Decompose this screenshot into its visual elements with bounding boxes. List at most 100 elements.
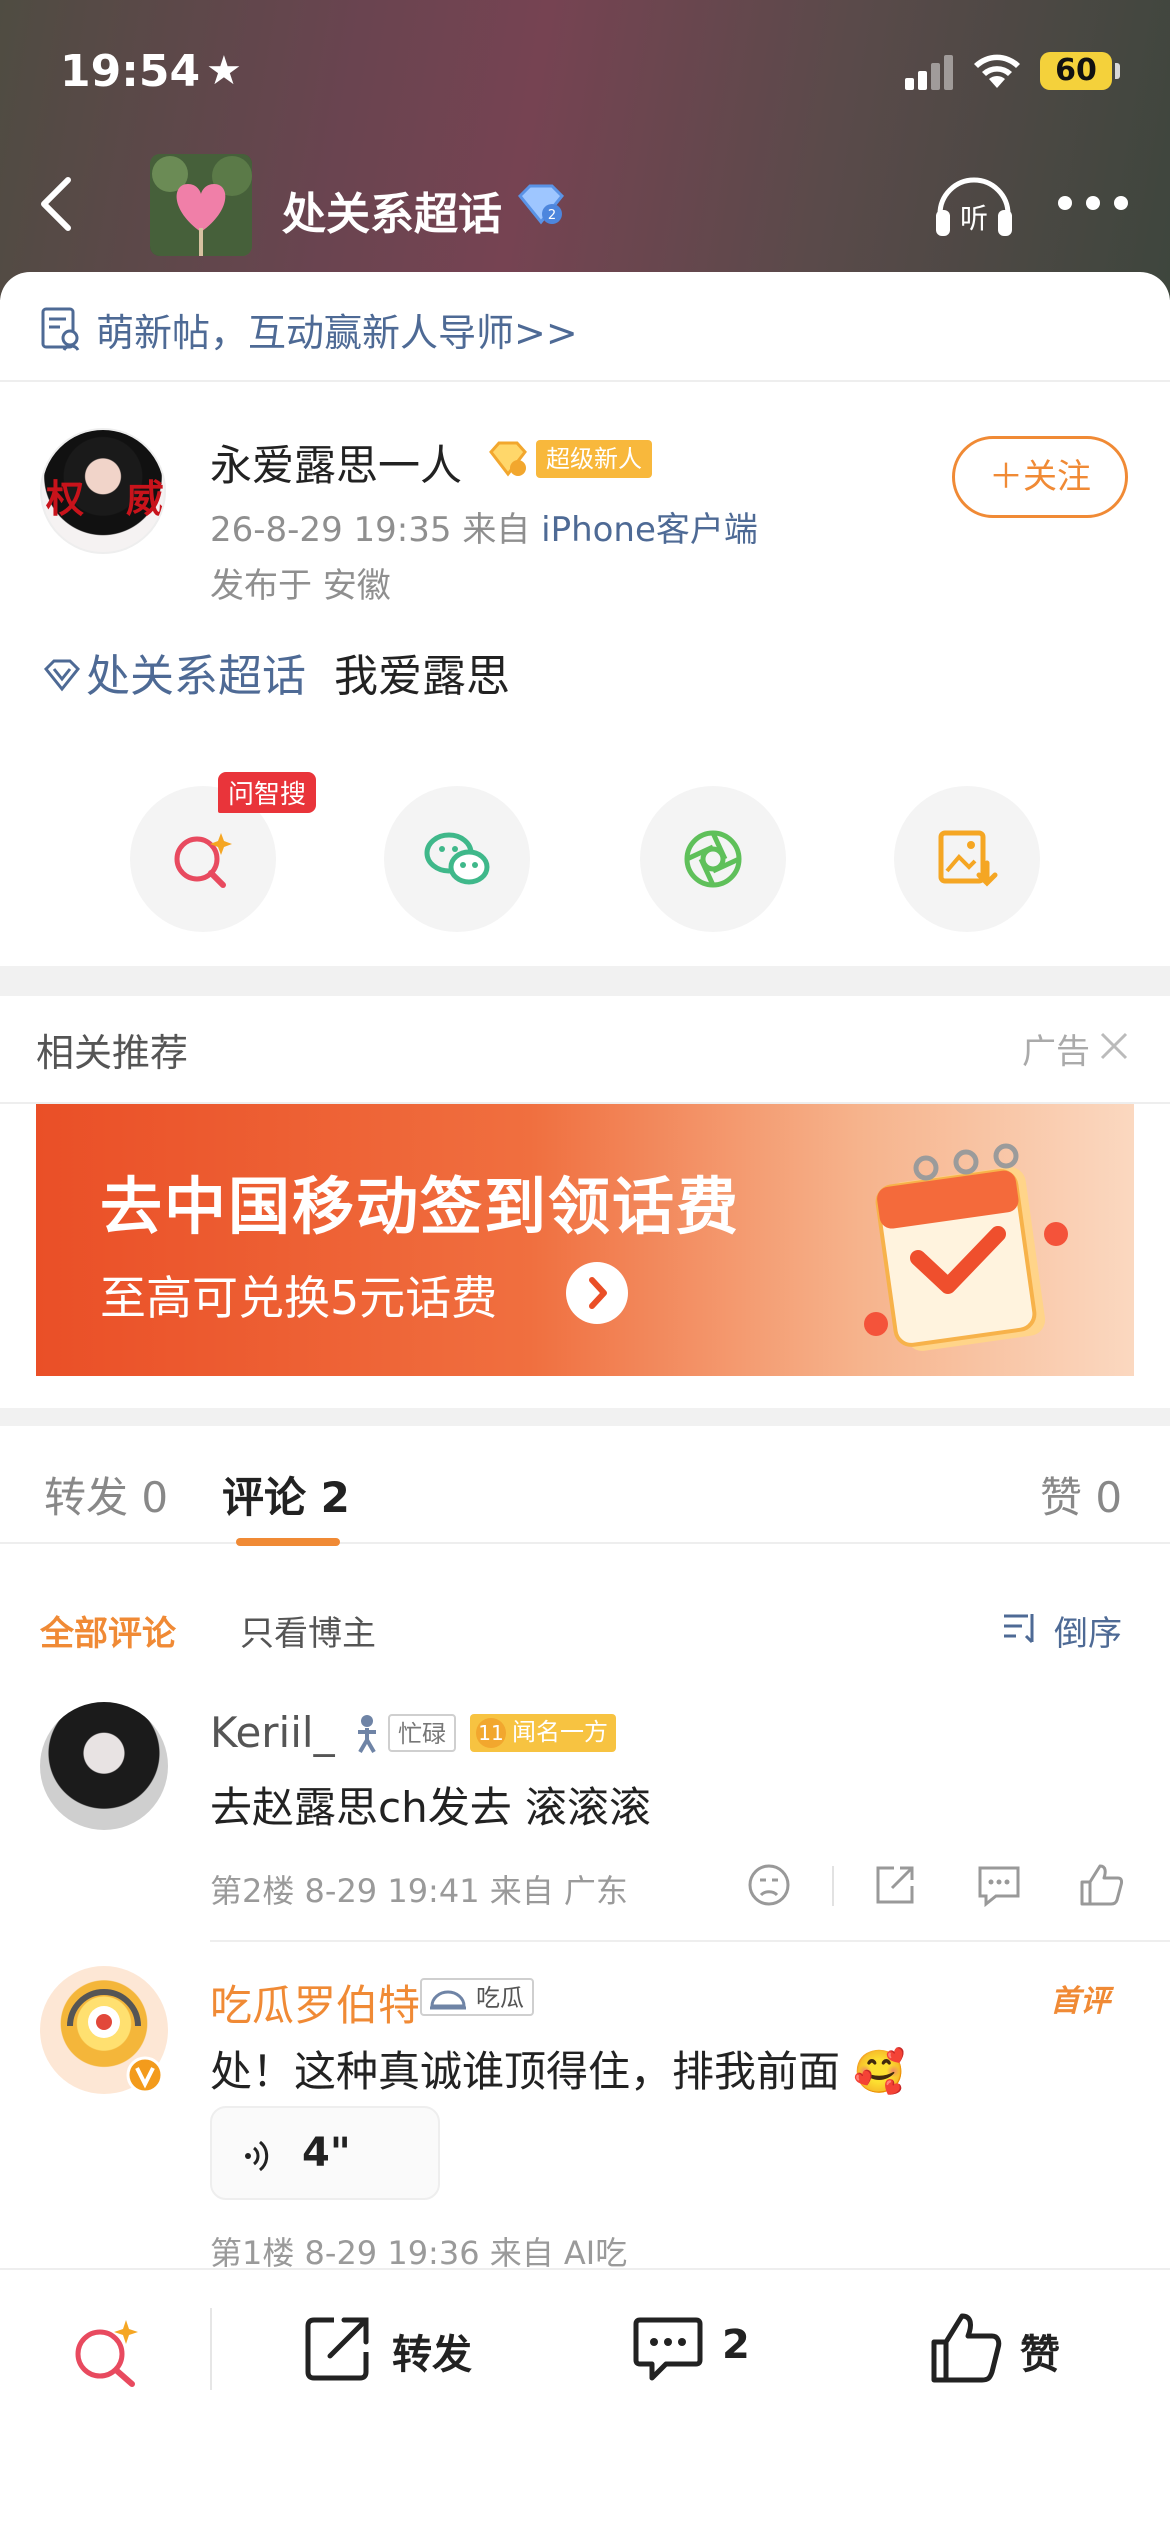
topic-thumbnail[interactable]	[150, 154, 252, 256]
share-icon[interactable]	[870, 1860, 920, 1910]
comment-item: 吃瓜罗伯特 吃瓜 首评 处！这种真诚谁顶得住，排我前面 🥰 4" 第1楼 8-2…	[0, 1966, 1170, 2272]
ad-title: 去中国移动签到领话费	[100, 1170, 741, 1243]
comment-count: 2	[722, 2322, 750, 2368]
tab-comments[interactable]: 评论 2	[222, 1464, 350, 1525]
person-badge-icon	[358, 1715, 376, 1754]
newbie-banner-text: 萌新帖，互动赢新人导师>>	[96, 311, 578, 355]
topic-link[interactable]: 处关系超话	[42, 651, 320, 702]
voice-icon	[245, 2140, 269, 2172]
listen-icon[interactable]: 听	[932, 168, 1016, 242]
recommend-title: 相关推荐	[36, 1031, 189, 1075]
sort-label[interactable]: 倒序	[1054, 1606, 1122, 1655]
action-divider	[832, 1866, 834, 1906]
star-icon: ★	[206, 48, 242, 94]
repost-icon	[305, 2317, 369, 2381]
commenter-avatar[interactable]	[40, 1702, 168, 1830]
comment-icon	[633, 2317, 703, 2381]
filter-all-comments[interactable]: 全部评论	[40, 1606, 176, 1655]
diamond-badge-icon: 2	[517, 184, 565, 225]
repost-button[interactable]: 转发	[300, 2308, 500, 2390]
tab-likes-label: 赞	[1040, 1473, 1083, 1522]
svg-text:听: 听	[960, 202, 988, 235]
status-bar: 19:54 ★ 60	[0, 40, 1170, 110]
repost-label: 转发	[392, 2332, 472, 2378]
avatar-text-right: 威	[126, 477, 165, 521]
topic-diamond-icon	[43, 659, 81, 692]
moments-icon	[684, 830, 742, 888]
comment-text: 去赵露思ch发去 滚滚滚	[210, 1783, 652, 1832]
back-icon[interactable]	[36, 174, 76, 234]
tab-comments-label: 评论	[222, 1473, 307, 1522]
first-comment-badge: 首评	[1050, 1984, 1110, 2019]
post-source[interactable]: iPhone客户端	[541, 510, 758, 550]
calendar-icon	[864, 1143, 1068, 1351]
reply-icon[interactable]	[974, 1860, 1024, 1910]
verified-badge-icon	[126, 2056, 164, 2094]
like-button[interactable]: 赞	[928, 2308, 1088, 2390]
signal-icon	[905, 54, 957, 90]
arrow-right-icon	[566, 1262, 628, 1324]
tab-repost-label: 转发	[44, 1473, 129, 1522]
commenter-name[interactable]: 吃瓜罗伯特	[210, 1972, 420, 2033]
tab-likes-count: 0	[1095, 1473, 1123, 1522]
author-name[interactable]: 永爱露思一人	[210, 432, 462, 493]
share-actions: 问智搜	[0, 772, 1170, 936]
newbie-doc-icon	[41, 307, 80, 351]
author-avatar[interactable]: 权 威	[40, 428, 166, 554]
wifi-icon	[974, 54, 1020, 88]
topic-link-text: 处关系超话	[86, 651, 306, 702]
comment-item: Keriil_ 忙碌 闻名一方 11 去赵露思ch发去 滚滚滚 第2楼 8-29…	[0, 1702, 1170, 1942]
comment-text: 处！这种真诚谁顶得住，排我前面 🥰	[210, 2047, 906, 2096]
ai-search-icon	[174, 833, 232, 888]
commenter-name[interactable]: Keriil_	[210, 1708, 335, 1757]
level-badge-icon	[489, 441, 527, 477]
comment-divider	[210, 1940, 1170, 1942]
commenter-tag: 吃瓜	[420, 1978, 534, 2016]
bottom-bar-divider	[210, 2308, 212, 2390]
avatar-text-left: 权	[46, 477, 85, 521]
post-date: 26-8-29 19:35	[210, 510, 452, 550]
comment-actions	[744, 1860, 1144, 1920]
sort-icon[interactable]	[1000, 1608, 1040, 1648]
tab-likes[interactable]: 赞 0	[1040, 1464, 1122, 1525]
tab-comments-count: 2	[320, 1473, 350, 1522]
post-content: 处关系超话 我爱露思	[42, 640, 510, 704]
close-icon[interactable]	[1096, 1028, 1132, 1064]
nav-bar: 处关系超话 2 听	[0, 140, 1170, 270]
tab-repost[interactable]: 转发 0	[44, 1464, 168, 1525]
more-icon[interactable]	[1058, 196, 1128, 212]
wechat-share-button[interactable]	[384, 786, 530, 932]
follow-button[interactable]: ＋关注	[952, 436, 1128, 518]
voice-message[interactable]: 4"	[210, 2106, 440, 2200]
post-tabs: 转发 0 评论 2 赞 0	[0, 1424, 1170, 1546]
battery-indicator: 60	[1040, 52, 1112, 90]
post-from-label: 来自	[462, 510, 531, 550]
bottom-action-bar: 转发 2 赞	[0, 2268, 1170, 2532]
rank-level-icon: 11	[476, 1718, 506, 1748]
commenter-tag: 忙碌	[388, 1714, 456, 1752]
svg-text:2: 2	[548, 208, 556, 223]
newbie-banner[interactable]: 萌新帖，互动赢新人导师>>	[0, 272, 1170, 382]
status-time: 19:54	[60, 46, 201, 97]
filter-blogger-only[interactable]: 只看博主	[240, 1606, 376, 1655]
like-label: 赞	[1020, 2332, 1060, 2378]
comment-meta: 第2楼 8-29 19:41 来自 广东	[210, 1872, 628, 1910]
ask-tag: 问智搜	[218, 772, 317, 813]
moments-share-button[interactable]	[640, 786, 786, 932]
like-icon	[931, 2313, 1002, 2383]
post-card: 萌新帖，互动赢新人导师>> 权 威 永爱露思一人 超级新人 ＋关注 26-8-2…	[0, 272, 1170, 2532]
ad-banner[interactable]: 去中国移动签到领话费 至高可兑换5元话费	[36, 1104, 1134, 1376]
dislike-icon[interactable]	[744, 1860, 794, 1910]
save-image-button[interactable]	[894, 786, 1040, 932]
ai-search-icon[interactable]	[66, 2310, 148, 2392]
ad-label: 广告	[1022, 1032, 1090, 1072]
like-icon[interactable]	[1076, 1860, 1126, 1910]
post-location: 发布于 安徽	[210, 566, 391, 606]
tab-underline	[236, 1538, 340, 1546]
wechat-icon	[424, 832, 490, 885]
comment-button[interactable]: 2	[630, 2308, 770, 2390]
post-text: 我爱露思	[334, 651, 510, 702]
voice-duration: 4"	[302, 2130, 351, 2176]
tab-repost-count: 0	[141, 1473, 169, 1522]
author-tag: 超级新人	[536, 440, 652, 478]
